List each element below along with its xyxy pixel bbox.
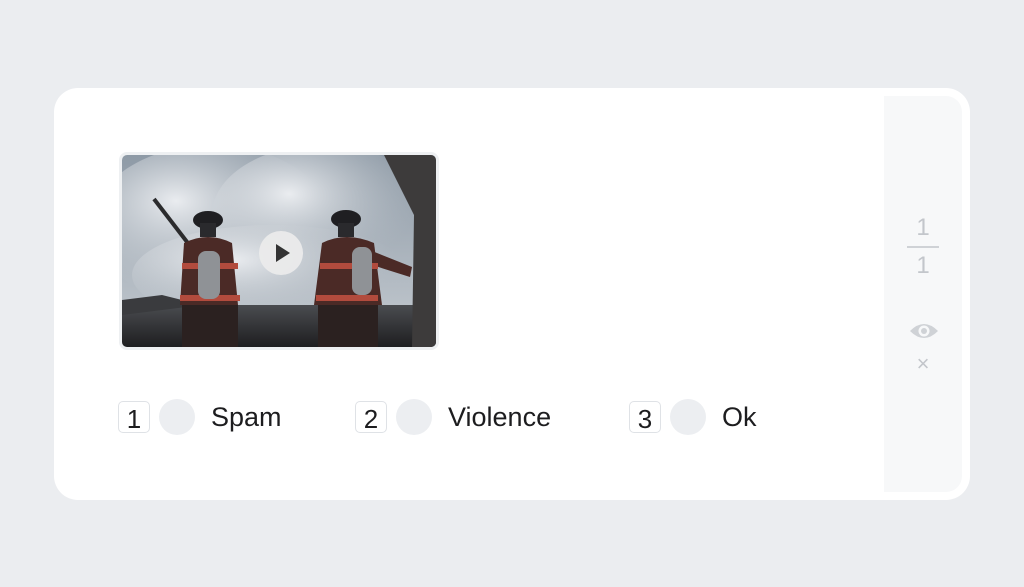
counter-total: 1 [916, 252, 930, 279]
hotkey-badge: 3 [629, 401, 661, 434]
option-spam[interactable]: 1 Spam [118, 398, 282, 436]
radio-button[interactable] [396, 399, 432, 435]
hotkey-badge: 2 [355, 401, 387, 434]
hotkey-badge: 1 [118, 401, 150, 434]
item-counter: 1 1 [884, 216, 962, 280]
option-label: Spam [211, 401, 282, 432]
radio-button[interactable] [670, 399, 706, 435]
moderation-card: 1 Spam 2 Violence 3 Ok 1 1 × [54, 88, 970, 500]
eye-icon[interactable] [909, 320, 939, 342]
close-icon[interactable]: × [914, 353, 932, 375]
counter-divider [907, 246, 939, 248]
option-label: Ok [722, 401, 757, 432]
video-thumbnail[interactable] [119, 152, 439, 350]
side-panel: 1 1 × [884, 96, 962, 492]
counter-current: 1 [916, 214, 930, 241]
option-ok[interactable]: 3 Ok [629, 398, 757, 436]
play-button[interactable] [259, 231, 303, 275]
play-icon [276, 244, 290, 262]
radio-button[interactable] [159, 399, 195, 435]
option-label: Violence [448, 401, 552, 432]
option-violence[interactable]: 2 Violence [355, 398, 551, 436]
